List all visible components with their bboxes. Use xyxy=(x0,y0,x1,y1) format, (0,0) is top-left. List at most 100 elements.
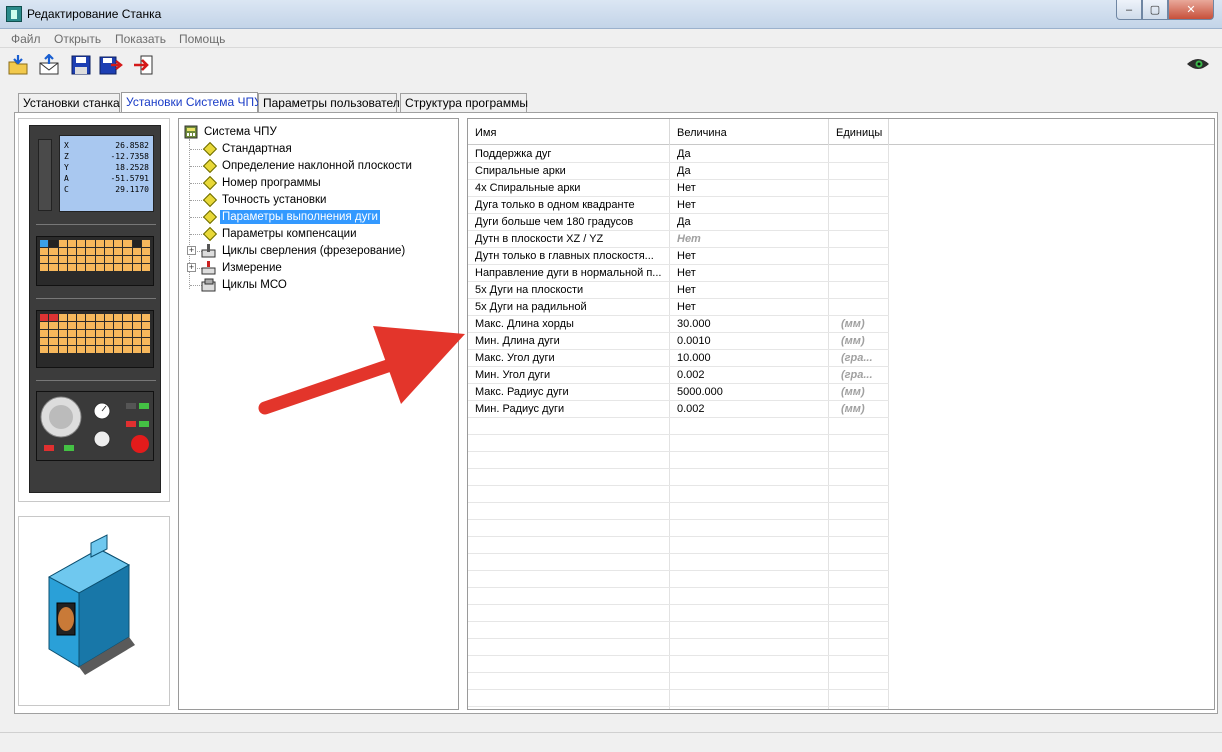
diamond-icon xyxy=(202,226,218,241)
table-row[interactable]: 5х Дуги на плоскости Нет xyxy=(468,282,889,299)
tree-item-setup-precision[interactable]: Точность установки xyxy=(202,191,328,208)
close-button[interactable]: ✕ xyxy=(1168,0,1214,20)
param-value[interactable]: 0.0010 xyxy=(677,335,827,347)
tree-group-drilling-cycles[interactable]: Циклы сверления (фрезерование) xyxy=(201,242,407,259)
tree-item-compensation[interactable]: Параметры компенсации xyxy=(202,225,359,242)
tab-machine-settings[interactable]: Установки станка xyxy=(18,93,120,112)
table-row[interactable]: Макс. Длина хорды 30.000 (мм) xyxy=(468,316,889,333)
empty-row xyxy=(468,571,889,588)
menu-help[interactable]: Помощь xyxy=(179,32,225,46)
param-name: Макс. Радиус дуги xyxy=(475,386,569,398)
param-value[interactable]: Нет xyxy=(677,182,827,194)
property-grid: Имя Величина Единицы Поддержка дуг Да Спир… xyxy=(467,118,1215,710)
table-row[interactable]: Мин. Угол дуги 0.002 (гра... xyxy=(468,367,889,384)
table-row[interactable]: Макс. Радиус дуги 5000.000 (мм) xyxy=(468,384,889,401)
cnc-keypad-2 xyxy=(36,310,154,368)
minimize-button[interactable]: – xyxy=(1116,0,1142,20)
empty-row xyxy=(468,520,889,537)
param-value[interactable]: Нет xyxy=(677,301,827,313)
tree-item-program-number[interactable]: Номер программы xyxy=(202,174,323,191)
tab-user-params[interactable]: Параметры пользователя xyxy=(258,93,406,112)
diamond-icon xyxy=(202,158,218,173)
empty-row xyxy=(468,537,889,554)
open-icon xyxy=(8,55,28,75)
eye-button[interactable] xyxy=(1186,57,1210,71)
param-value[interactable]: 5000.000 xyxy=(677,386,827,398)
table-row[interactable]: Мин. Радиус дуги 0.002 (мм) xyxy=(468,401,889,418)
tree-group-measurement[interactable]: Измерение xyxy=(201,259,284,276)
mail-button[interactable] xyxy=(37,53,61,77)
empty-row xyxy=(468,554,889,571)
status-bar xyxy=(0,732,1222,752)
tree-group-mco-cycles[interactable]: Циклы МСО xyxy=(201,276,289,293)
tree-item-arc-params[interactable]: Параметры выполнения дуги xyxy=(202,208,380,225)
param-name: Мин. Радиус дуги xyxy=(475,403,565,415)
tree-item-standard[interactable]: Стандартная xyxy=(202,140,294,157)
column-header-units[interactable]: Единицы xyxy=(829,119,889,145)
table-row[interactable]: Спиральные арки Да xyxy=(468,163,889,180)
tree-root-cnc-system[interactable]: Система ЧПУ xyxy=(183,123,279,140)
tab-program-structure[interactable]: Структура программы xyxy=(400,93,528,112)
cnc-keypad-1 xyxy=(36,236,154,286)
menu-open[interactable]: Открыть xyxy=(54,32,101,46)
menu-file[interactable]: Файл xyxy=(11,32,41,46)
table-row[interactable]: Дутн в плоскости XZ / YZ Нет xyxy=(468,231,889,248)
empty-row xyxy=(468,622,889,639)
param-name: Направление дуги в нормальной п... xyxy=(475,267,662,279)
save-as-button[interactable] xyxy=(99,53,123,77)
param-value[interactable]: Нет xyxy=(677,284,827,296)
expand-measurement-icon[interactable]: + xyxy=(187,263,196,272)
table-row[interactable]: 4х Спиральные арки Нет xyxy=(468,180,889,197)
toolbar xyxy=(0,49,1222,83)
cnc-system-icon xyxy=(183,125,199,139)
table-row[interactable]: Макс. Угол дуги 10.000 (гра... xyxy=(468,350,889,367)
param-name: Макс. Длина хорды xyxy=(475,318,574,330)
save-button[interactable] xyxy=(69,53,93,77)
param-value[interactable]: 30.000 xyxy=(677,318,827,330)
table-row[interactable]: 5х Дуги на радильной Нет xyxy=(468,299,889,316)
param-name: Макс. Угол дуги xyxy=(475,352,555,364)
exit-icon xyxy=(134,55,153,75)
param-value[interactable]: Да xyxy=(677,216,827,228)
column-header-name[interactable]: Имя xyxy=(468,119,670,145)
table-row[interactable]: Дутн только в главных плоскостя... Нет xyxy=(468,248,889,265)
param-value[interactable]: Нет xyxy=(677,233,827,245)
menu-show[interactable]: Показать xyxy=(115,32,166,46)
param-value[interactable]: Нет xyxy=(677,267,827,279)
menu-bar: Файл Открыть Показать Помощь xyxy=(0,30,1222,48)
param-name: Спиральные арки xyxy=(475,165,566,177)
param-unit: (мм) xyxy=(841,335,865,347)
param-value[interactable]: Да xyxy=(677,165,827,177)
exit-button[interactable] xyxy=(131,53,155,77)
cnc-panel-preview: X 26.8582 Z -12.7358 Y 18.2528 A -51.5791 C2… xyxy=(18,118,170,502)
column-header-value[interactable]: Величина xyxy=(670,119,829,145)
param-value[interactable]: Да xyxy=(677,148,827,160)
table-row[interactable]: Мин. Длина дуги 0.0010 (мм) xyxy=(468,333,889,350)
param-value[interactable]: 0.002 xyxy=(677,369,827,381)
app-icon xyxy=(6,6,22,22)
card-slot xyxy=(38,139,52,211)
param-name: Мин. Угол дуги xyxy=(475,369,551,381)
empty-row xyxy=(468,673,889,690)
param-value[interactable]: 10.000 xyxy=(677,352,827,364)
tab-cnc-settings[interactable]: Установки Система ЧПУ xyxy=(121,92,262,113)
param-unit: (гра... xyxy=(841,369,873,381)
table-row[interactable]: Поддержка дуг Да xyxy=(468,146,889,163)
param-value[interactable]: 0.002 xyxy=(677,403,827,415)
open-button[interactable] xyxy=(6,53,30,77)
diamond-icon xyxy=(202,175,218,190)
maximize-button[interactable]: ▢ xyxy=(1142,0,1168,20)
param-value[interactable]: Нет xyxy=(677,250,827,262)
param-name: Дуга только в одном квадранте xyxy=(475,199,635,211)
empty-row xyxy=(468,486,889,503)
param-value[interactable]: Нет xyxy=(677,199,827,211)
table-row[interactable]: Дуга только в одном квадранте Нет xyxy=(468,197,889,214)
empty-row xyxy=(468,435,889,452)
tree-item-inclined-plane[interactable]: Определение наклонной плоскости xyxy=(202,157,414,174)
expand-drilling-icon[interactable]: + xyxy=(187,246,196,255)
param-name: Дуги больше чем 180 градусов xyxy=(475,216,634,228)
table-row[interactable]: Дуги больше чем 180 градусов Да xyxy=(468,214,889,231)
probe-icon xyxy=(201,260,217,275)
milling-machine-icon xyxy=(47,534,135,675)
table-row[interactable]: Направление дуги в нормальной п... Нет xyxy=(468,265,889,282)
